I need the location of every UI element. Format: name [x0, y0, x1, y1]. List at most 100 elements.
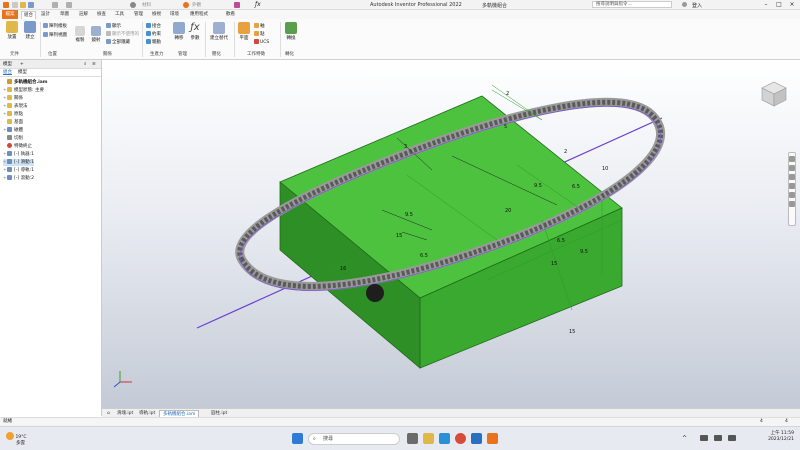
look-at-icon[interactable]	[789, 192, 795, 198]
volume-icon[interactable]	[714, 435, 722, 441]
system-clock[interactable]: 上午 11:59 2023/12/21	[768, 431, 794, 443]
chevron-up-icon[interactable]: ^	[682, 435, 687, 442]
tab-environments[interactable]: 環境	[170, 11, 179, 19]
menu-icon[interactable]: ≡	[92, 61, 96, 68]
file-explorer-icon[interactable]	[423, 433, 434, 444]
start-icon[interactable]	[292, 433, 303, 444]
convert-button[interactable]: 轉換	[283, 22, 299, 41]
taskbar-search-input[interactable]: ⌕ 搜尋	[308, 433, 400, 445]
mirror-button[interactable]: 鏡射	[89, 26, 103, 43]
tab-file[interactable]: 檔案	[2, 10, 18, 19]
close-button[interactable]: ×	[786, 1, 798, 9]
tab-collaborate[interactable]: 歡看	[226, 11, 235, 19]
color-icon[interactable]	[234, 2, 240, 8]
folder-icon	[7, 103, 12, 108]
search-icon[interactable]: ⌕	[84, 61, 87, 68]
tree-node[interactable]: 切削	[3, 135, 23, 142]
parameters-button[interactable]: ƒx 參數	[188, 22, 202, 41]
hide-all-button[interactable]: 全部隱藏	[106, 39, 130, 45]
appearance-dropdown[interactable]: 外觀	[192, 2, 201, 8]
inventor-taskbar-icon[interactable]	[487, 433, 498, 444]
tab-apps[interactable]: 應用程式	[190, 11, 208, 19]
tree-node[interactable]: + 表現法	[3, 103, 28, 110]
tree-node-root[interactable]: 多軌機組合.iam	[3, 79, 47, 86]
tree-node[interactable]: + 關係	[3, 95, 23, 102]
axis-button[interactable]: 軸	[254, 23, 265, 29]
edge-icon[interactable]	[439, 433, 450, 444]
point-icon	[254, 31, 259, 36]
tree-node[interactable]: 特徵終止	[3, 143, 32, 150]
tab-inspect[interactable]: 檢查	[97, 11, 106, 19]
browser-subtab-assembly[interactable]: 組合	[3, 69, 12, 76]
show-button[interactable]: 顯示	[106, 23, 121, 29]
tree-node[interactable]: + 磁體	[3, 127, 23, 134]
browser-tab-add[interactable]: +	[20, 61, 24, 68]
redo-icon[interactable]	[66, 2, 72, 8]
tree-node-selected[interactable]: + [-] 滑動:1	[3, 159, 34, 166]
fx-icon[interactable]: ƒx	[255, 1, 261, 8]
new-file-icon[interactable]	[12, 2, 18, 8]
dim-label: 3	[404, 144, 407, 150]
tree-node-label: 磁體	[14, 128, 23, 133]
tree-node[interactable]: 基面	[3, 119, 23, 126]
tab-assemble[interactable]: 組合	[21, 11, 36, 19]
place-button[interactable]: 放置	[3, 21, 21, 40]
place-component-icon	[6, 21, 18, 33]
tab-view[interactable]: 檢視	[152, 11, 161, 19]
graphics-viewport[interactable]: 2 5 3 2 10 9.5 9.5 20 15 6.5 6.5 9.5 15 …	[102, 60, 800, 408]
model-canvas[interactable]: 2 5 3 2 10 9.5 9.5 20 15 6.5 6.5 9.5 15 …	[102, 60, 800, 408]
help-search-input[interactable]: 搜尋說明與指令...	[592, 1, 672, 8]
tree-node[interactable]: + [-] 導軌:1	[3, 167, 34, 174]
pattern-template-button[interactable]: 陣列樣板	[43, 23, 67, 29]
minimize-button[interactable]: –	[760, 1, 772, 9]
manage-group-label: 管理	[178, 52, 187, 57]
tab-tools[interactable]: 工具	[115, 11, 124, 19]
steering-wheel-icon[interactable]	[789, 156, 795, 162]
zoom-icon[interactable]	[789, 174, 795, 180]
dim-label: 9.5	[405, 212, 413, 218]
open-file-icon[interactable]	[20, 2, 26, 8]
network-icon[interactable]	[700, 435, 708, 441]
tab-design[interactable]: 設計	[41, 11, 50, 19]
constrain-button[interactable]: 約束	[146, 31, 161, 37]
create-button[interactable]: 建立	[22, 21, 38, 40]
tree-node[interactable]: + [-] 滾動:2	[3, 175, 34, 182]
joint-button[interactable]: 接合	[146, 23, 161, 29]
view-cube[interactable]	[761, 81, 787, 107]
browser-tab-model[interactable]: 模型	[3, 61, 12, 68]
task-view-icon[interactable]	[407, 433, 418, 444]
tab-sketch[interactable]: 草圖	[60, 11, 69, 19]
measure-button[interactable]: 轉移	[171, 22, 187, 41]
material-dropdown[interactable]: 材料	[142, 2, 151, 8]
ucs-icon	[254, 39, 259, 44]
point-button[interactable]: 點	[254, 31, 265, 37]
create-substitute-button[interactable]: 建立替代	[208, 22, 230, 41]
drive-button[interactable]: 驅動	[146, 39, 161, 45]
undo-icon[interactable]	[52, 2, 58, 8]
ball-sphere[interactable]	[366, 284, 384, 302]
place-group-label: 位置	[48, 52, 57, 57]
tree-node[interactable]: + 原點	[3, 111, 23, 118]
tab-manage[interactable]: 管理	[134, 11, 143, 19]
store-icon[interactable]	[471, 433, 482, 444]
browser-subtab-modeling[interactable]: 模型	[18, 69, 27, 76]
tab-annotate[interactable]: 註解	[79, 11, 88, 19]
ucs-button[interactable]: UCS	[254, 39, 269, 45]
weather-widget[interactable]: 19°C 多雲	[6, 432, 27, 447]
pan-icon[interactable]	[789, 165, 795, 171]
show-unused-button[interactable]: 顯示不使用的	[106, 31, 139, 37]
save-icon[interactable]	[28, 2, 34, 8]
copy-button[interactable]: 複製	[73, 26, 87, 43]
orbit-icon[interactable]	[789, 183, 795, 189]
sign-in-link[interactable]: 登入	[692, 2, 702, 9]
tree-node[interactable]: + [-] 執器:1	[3, 151, 34, 158]
gear-icon[interactable]	[130, 2, 136, 8]
maximize-button[interactable]: □	[773, 1, 785, 9]
plane-button[interactable]: 平面	[237, 22, 251, 41]
tree-node[interactable]: + 模型狀態: 主要	[3, 87, 44, 94]
battery-icon[interactable]	[728, 435, 736, 441]
chrome-icon[interactable]	[455, 433, 466, 444]
app-logo-icon[interactable]	[3, 2, 9, 8]
pattern-view-button[interactable]: 陣列視圖	[43, 32, 67, 38]
home-view-icon[interactable]	[789, 201, 795, 207]
